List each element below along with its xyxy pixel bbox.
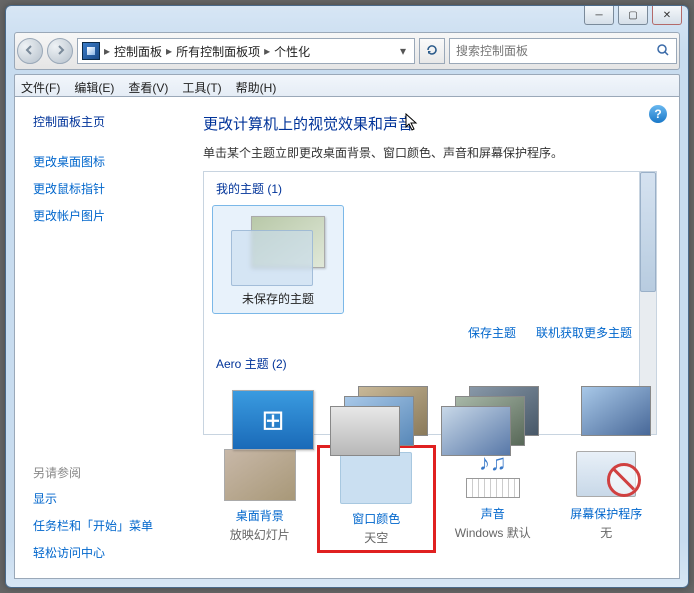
option-value: 天空 <box>364 529 388 546</box>
option-title: 屏幕保护程序 <box>570 505 642 522</box>
search-icon <box>656 43 672 59</box>
address-dropdown[interactable]: ▾ <box>396 44 410 58</box>
aero-themes-heading: Aero 主题 (2) <box>204 347 656 376</box>
refresh-button[interactable] <box>419 38 445 64</box>
maximize-icon: ▢ <box>628 10 637 21</box>
sidebar-home[interactable]: 控制面板主页 <box>15 109 185 134</box>
sidebar-account-picture[interactable]: 更改帐户图片 <box>15 202 185 229</box>
aero-theme-characters[interactable] <box>439 384 533 456</box>
address-bar[interactable]: ▸ 控制面板 ▸ 所有控制面板项 ▸ 个性化 ▾ <box>77 38 415 64</box>
theme-thumb <box>227 212 329 284</box>
control-panel-icon <box>82 42 100 60</box>
sidebar: 控制面板主页 更改桌面图标 更改鼠标指针 更改帐户图片 另请参阅 显示 任务栏和… <box>15 97 185 578</box>
search-box[interactable] <box>449 38 677 64</box>
crumb-3[interactable]: 个性化 <box>274 43 310 60</box>
content: 控制面板主页 更改桌面图标 更改鼠标指针 更改帐户图片 另请参阅 显示 任务栏和… <box>14 96 680 579</box>
menu-file[interactable]: 文件(F) <box>21 79 60 96</box>
sidebar-display[interactable]: 显示 <box>15 485 185 512</box>
option-value: Windows 默认 <box>455 524 531 541</box>
option-value: 放映幻灯片 <box>230 526 290 543</box>
page-subtitle: 单击某个主题立即更改桌面背景、窗口颜色、声音和屏幕保护程序。 <box>203 144 675 161</box>
menu-view[interactable]: 查看(V) <box>128 79 168 96</box>
menu-help[interactable]: 帮助(H) <box>236 79 277 96</box>
sidebar-ease-of-access[interactable]: 轻松访问中心 <box>15 539 185 566</box>
option-title: 窗口颜色 <box>352 510 400 527</box>
sidebar-taskbar-start[interactable]: 任务栏和「开始」菜单 <box>15 512 185 539</box>
back-button[interactable] <box>17 38 43 64</box>
help-icon[interactable]: ? <box>649 105 667 123</box>
nav-toolbar: ▸ 控制面板 ▸ 所有控制面板项 ▸ 个性化 ▾ <box>14 32 680 70</box>
minimize-button[interactable]: ─ <box>584 6 614 25</box>
aero-theme-4[interactable] <box>551 384 645 456</box>
crumb-2[interactable]: 所有控制面板项 <box>176 43 260 60</box>
back-icon <box>24 44 36 59</box>
theme-actions: 保存主题 联机获取更多主题 <box>204 318 656 347</box>
personalization-window: ─ ▢ ✕ ▸ 控制面板 ▸ 所有控制面板项 ▸ 个性化 ▾ 文件(F) 编辑(… <box>5 5 689 588</box>
forward-icon <box>54 44 66 59</box>
maximize-button[interactable]: ▢ <box>618 6 648 25</box>
crumb-sep: ▸ <box>164 44 174 58</box>
sidebar-mouse-pointers[interactable]: 更改鼠标指针 <box>15 175 185 202</box>
aero-theme-architecture[interactable] <box>328 384 422 456</box>
theme-label: 未保存的主题 <box>242 290 314 307</box>
minimize-icon: ─ <box>595 10 602 21</box>
crumb-sep: ▸ <box>102 44 112 58</box>
themes-panel: 我的主题 (1) 未保存的主题 保存主题 联机获取更多主题 Aero 主题 (2… <box>203 171 657 435</box>
option-title: 桌面背景 <box>236 507 284 524</box>
aero-theme-windows7[interactable] <box>216 384 310 456</box>
option-title: 声音 <box>481 505 505 522</box>
my-themes-heading: 我的主题 (1) <box>204 172 656 201</box>
forward-button[interactable] <box>47 38 73 64</box>
titlebar: ─ ▢ ✕ <box>6 6 688 32</box>
sidebar-see-also-heading: 另请参阅 <box>15 460 185 485</box>
menu-tools[interactable]: 工具(T) <box>182 79 221 96</box>
search-input[interactable] <box>454 43 656 59</box>
save-theme-link[interactable]: 保存主题 <box>468 324 516 341</box>
main-panel: ? 更改计算机上的视觉效果和声音 单击某个主题立即更改桌面背景、窗口颜色、声音和… <box>185 97 679 578</box>
refresh-icon <box>425 43 439 60</box>
crumb-1[interactable]: 控制面板 <box>114 43 162 60</box>
menu-edit[interactable]: 编辑(E) <box>74 79 114 96</box>
close-button[interactable]: ✕ <box>652 6 682 25</box>
screen-saver-icon <box>571 449 641 499</box>
page-title: 更改计算机上的视觉效果和声音 <box>203 113 675 134</box>
option-value: 无 <box>600 524 612 541</box>
sidebar-desktop-icons[interactable]: 更改桌面图标 <box>15 148 185 175</box>
cursor-icon <box>405 113 419 134</box>
close-icon: ✕ <box>663 10 671 21</box>
crumb-sep: ▸ <box>262 44 272 58</box>
scrollbar-thumb[interactable] <box>640 172 656 292</box>
get-more-themes-link[interactable]: 联机获取更多主题 <box>536 324 632 341</box>
theme-unsaved[interactable]: 未保存的主题 <box>212 205 344 314</box>
